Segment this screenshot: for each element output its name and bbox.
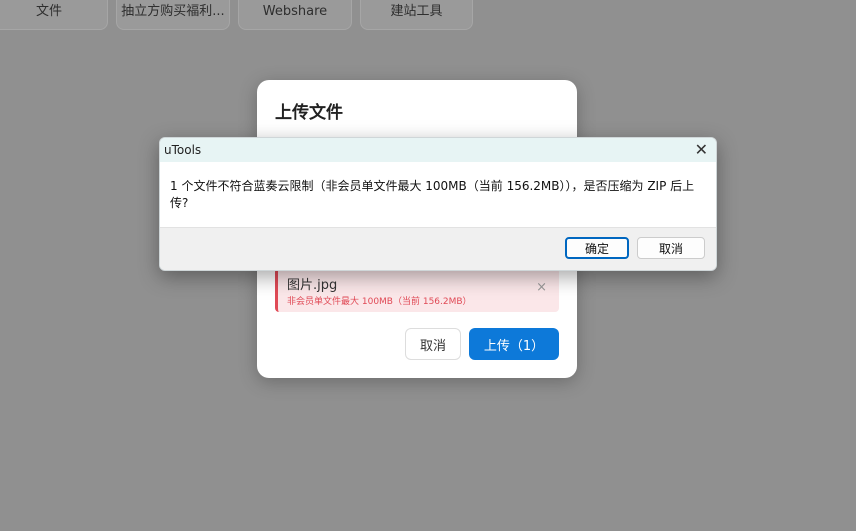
file-item: 图片.jpg 非会员单文件最大 100MB（当前 156.2MB） × — [275, 268, 559, 312]
message-box-titlebar: uTools ✕ — [160, 138, 716, 162]
message-box-footer: 确定 取消 — [160, 227, 716, 270]
file-error-message: 非会员单文件最大 100MB（当前 156.2MB） — [287, 297, 472, 307]
file-name: 图片.jpg — [287, 278, 338, 293]
tab-label: 抽立方购买福利... — [121, 4, 225, 19]
close-icon[interactable]: ✕ — [695, 140, 708, 159]
tab-site-tools[interactable]: 建站工具 — [360, 0, 473, 30]
cancel-button[interactable]: 取消 — [637, 237, 705, 259]
upload-button[interactable]: 上传（1） — [469, 328, 559, 360]
message-box-text: 1 个文件不符合蓝奏云限制（非会员单文件最大 100MB（当前 156.2MB）… — [170, 179, 695, 210]
ok-button[interactable]: 确定 — [565, 237, 629, 259]
tab-webshare[interactable]: Webshare — [238, 0, 352, 30]
tab-files[interactable]: 文件 — [0, 0, 108, 30]
upload-cancel-button[interactable]: 取消 — [405, 328, 461, 360]
tab-label: 建站工具 — [390, 4, 443, 19]
tab-promo[interactable]: 抽立方购买福利... — [116, 0, 230, 30]
tab-label: 文件 — [35, 4, 62, 19]
upload-dialog-title: 上传文件 — [275, 103, 343, 123]
tab-label: Webshare — [262, 4, 328, 19]
message-box: uTools ✕ 1 个文件不符合蓝奏云限制（非会员单文件最大 100MB（当前… — [159, 137, 717, 271]
message-box-title: uTools — [164, 143, 202, 157]
remove-file-icon[interactable]: × — [536, 280, 547, 295]
